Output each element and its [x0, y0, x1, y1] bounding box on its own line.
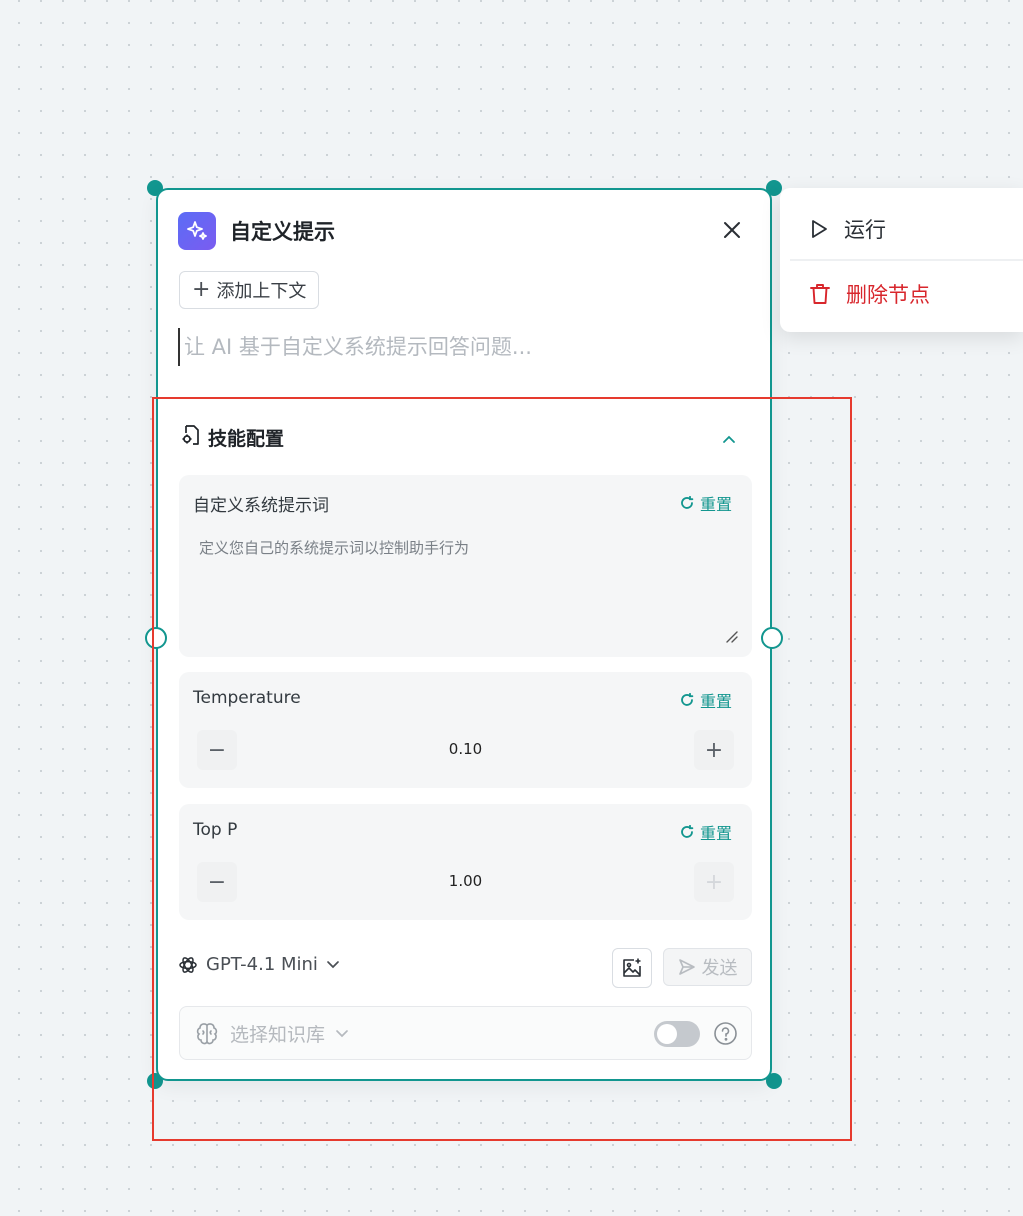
- delete-label: 删除节点: [846, 283, 930, 307]
- image-add-icon: [623, 958, 641, 977]
- chevron-down-icon: [327, 960, 339, 968]
- chevron-up-icon[interactable]: [718, 428, 740, 450]
- openai-logo-icon: [179, 956, 197, 973]
- temperature-panel: Temperature 重置 − 0.10 +: [179, 672, 752, 788]
- question-circle-icon[interactable]: [713, 1021, 738, 1046]
- reset-label: 重置: [699, 824, 732, 843]
- play-icon: [812, 220, 827, 238]
- system-prompt-reset-button[interactable]: 重置: [680, 491, 732, 515]
- temperature-reset-button[interactable]: 重置: [680, 688, 732, 712]
- toggle-knob: [657, 1024, 677, 1044]
- temperature-increment-button[interactable]: +: [694, 730, 734, 770]
- refresh-icon: [681, 693, 694, 706]
- top-p-label: Top P: [193, 820, 238, 840]
- menu-divider: [790, 259, 1023, 261]
- system-prompt-panel: 自定义系统提示词 重置: [179, 475, 752, 657]
- send-icon: [678, 959, 695, 975]
- run-label: 运行: [844, 218, 886, 242]
- top-p-value[interactable]: 1.00: [179, 872, 752, 890]
- knowledge-base-toggle[interactable]: [654, 1021, 700, 1047]
- temperature-value[interactable]: 0.10: [179, 740, 752, 758]
- node-title: 自定义提示: [230, 220, 335, 244]
- section-divider: [158, 398, 770, 399]
- skills-config-header: 技能配置: [180, 424, 284, 451]
- upload-image-button[interactable]: [612, 948, 652, 988]
- skills-title: 技能配置: [208, 428, 285, 450]
- system-prompt-textarea[interactable]: [189, 531, 742, 641]
- send-label: 发送: [701, 958, 738, 979]
- top-p-reset-button[interactable]: 重置: [680, 820, 732, 844]
- top-p-panel: Top P 重置 − 1.00 +: [179, 804, 752, 920]
- plus-icon: +: [192, 277, 211, 302]
- system-prompt-label: 自定义系统提示词: [193, 496, 329, 516]
- send-button[interactable]: 发送: [663, 948, 752, 986]
- add-context-label: 添加上下文: [216, 281, 307, 302]
- model-select[interactable]: GPT-4.1 Mini: [178, 954, 340, 975]
- model-name: GPT-4.1 Mini: [206, 954, 318, 975]
- knowledge-base-placeholder: 选择知识库: [230, 1024, 326, 1046]
- connection-handle-right[interactable]: [761, 627, 783, 649]
- node-context-menu: 运行 删除节点: [780, 188, 1023, 332]
- reset-label: 重置: [699, 692, 732, 711]
- refresh-icon: [681, 825, 694, 838]
- textarea-resize-handle[interactable]: [724, 629, 738, 643]
- brain-icon: [196, 1022, 218, 1044]
- reset-label: 重置: [699, 495, 732, 514]
- prompt-input[interactable]: [178, 328, 738, 366]
- custom-prompt-node[interactable]: 自定义提示 + 添加上下文 技能配置 自定义系统提示词: [156, 188, 772, 1081]
- sparkle-icon: [178, 212, 216, 250]
- menu-item-delete-node[interactable]: 删除节点: [780, 263, 1023, 325]
- refresh-icon: [681, 496, 694, 509]
- temperature-label: Temperature: [193, 688, 301, 708]
- node-header: 自定义提示: [178, 212, 335, 250]
- top-p-increment-button[interactable]: +: [694, 862, 734, 902]
- chevron-down-icon: [336, 1029, 348, 1037]
- trash-icon: [810, 284, 830, 304]
- menu-item-run[interactable]: 运行: [780, 198, 1023, 260]
- knowledge-base-row: 选择知识库: [179, 1006, 752, 1060]
- connection-handle-left[interactable]: [145, 627, 167, 649]
- gear-file-icon: [180, 424, 202, 451]
- add-context-button[interactable]: + 添加上下文: [179, 271, 320, 309]
- close-icon[interactable]: [720, 218, 744, 242]
- knowledge-base-select[interactable]: 选择知识库: [194, 1020, 349, 1047]
